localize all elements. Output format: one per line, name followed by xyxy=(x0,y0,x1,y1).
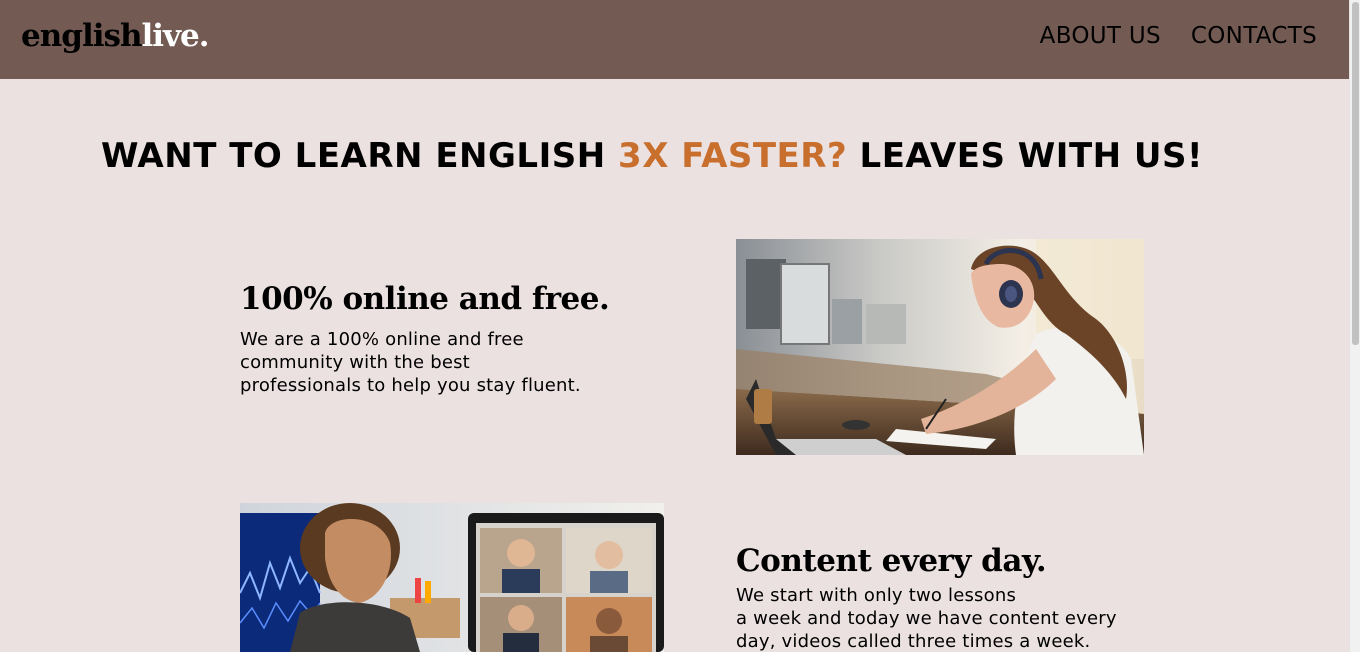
feature-online-title: 100% online and free. xyxy=(240,281,610,317)
vertical-scrollbar[interactable] xyxy=(1349,0,1360,652)
feature-content-title: Content every day. xyxy=(736,543,1047,579)
feature-content-line: day, videos called three times a week. xyxy=(736,631,1091,652)
feature-content-line: We start with only two lessons xyxy=(736,585,1017,606)
site-logo[interactable]: englishlive. xyxy=(21,14,210,58)
feature-content-text: We start with only two lessons a week an… xyxy=(736,584,1117,652)
nav-about-us-link[interactable]: ABOUT US xyxy=(1040,22,1161,50)
feature-online-line: professionals to help you stay fluent. xyxy=(240,375,581,396)
nav-contacts-link[interactable]: CONTACTS xyxy=(1191,22,1317,50)
logo-text-light: live. xyxy=(141,18,209,54)
headline-start: WANT TO LEARN ENGLISH xyxy=(100,136,619,176)
scrollbar-thumb[interactable] xyxy=(1352,2,1359,345)
headline-end: LEAVES WITH US! xyxy=(847,136,1204,176)
headline-accent: 3X FASTER? xyxy=(618,136,848,176)
logo-text-dark: english xyxy=(21,18,142,54)
feature-content-line: a week and today we have content every xyxy=(736,608,1117,629)
student-studying-photo xyxy=(736,239,1144,455)
feature-online-line: We are a 100% online and free xyxy=(240,329,524,350)
site-header: englishlive. ABOUT US CONTACTS xyxy=(0,0,1349,79)
page: englishlive. ABOUT US CONTACTS WANT TO L… xyxy=(0,0,1360,652)
feature-online-text: We are a 100% online and free community … xyxy=(240,328,581,397)
hero-headline: WANT TO LEARN ENGLISH 3X FASTER? LEAVES … xyxy=(0,134,1304,178)
main-nav: ABOUT US CONTACTS xyxy=(1040,22,1317,50)
video-call-photo xyxy=(240,503,664,652)
feature-online-line: community with the best xyxy=(240,352,470,373)
